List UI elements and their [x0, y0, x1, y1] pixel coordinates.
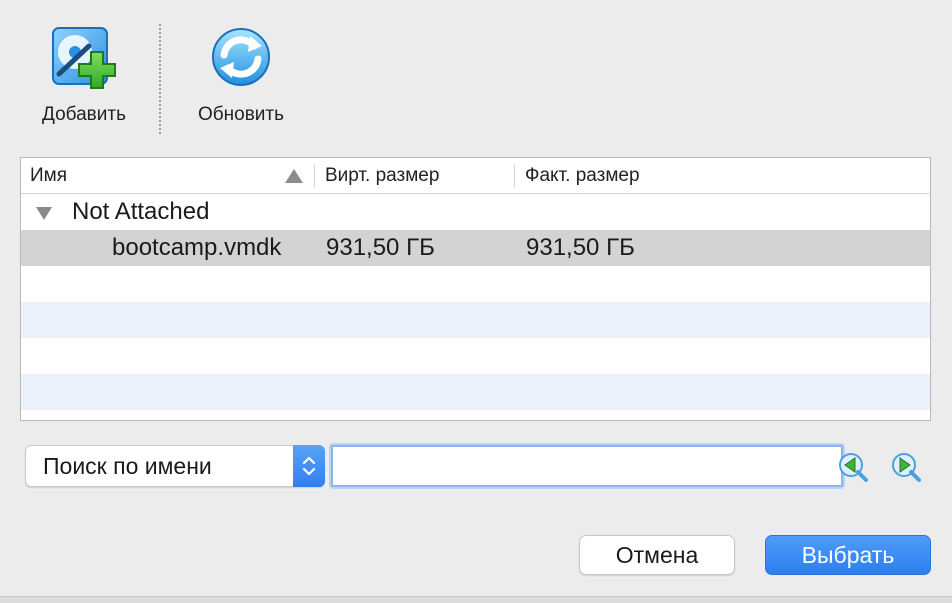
column-separator[interactable]: [314, 165, 315, 187]
toolbar: Добавить Обновить: [0, 0, 952, 140]
search-mode-label: Поиск по имени: [43, 453, 212, 479]
empty-row: [21, 338, 930, 374]
empty-row: [21, 374, 930, 410]
empty-row: [21, 266, 930, 302]
chevron-up-down-icon[interactable]: [293, 445, 325, 487]
column-header-virtual-size[interactable]: Вирт. размер: [325, 158, 439, 193]
search-next-button[interactable]: [889, 450, 923, 484]
media-table[interactable]: Имя Вирт. размер Факт. размер Not Attach…: [20, 157, 931, 421]
cell-name: bootcamp.vmdk: [112, 234, 282, 261]
add-disk-icon: [49, 22, 119, 92]
search-mode-select[interactable]: Поиск по имени: [25, 445, 325, 487]
search-input[interactable]: [331, 445, 843, 487]
sort-ascending-icon: [285, 169, 303, 183]
toolbar-separator: [159, 24, 161, 134]
cancel-button[interactable]: Отмена: [579, 535, 735, 575]
search-next-icon: [892, 453, 921, 482]
column-header-actual-size[interactable]: Факт. размер: [525, 158, 640, 193]
table-row[interactable]: bootcamp.vmdk 931,50 ГБ 931,50 ГБ: [21, 230, 930, 266]
table-header: Имя Вирт. размер Факт. размер: [21, 158, 930, 194]
column-header-name[interactable]: Имя: [30, 158, 305, 193]
add-button[interactable]: Добавить: [30, 22, 138, 126]
cell-actual-size: 931,50 ГБ: [526, 234, 635, 261]
search-previous-icon: [839, 453, 868, 482]
choose-button[interactable]: Выбрать: [765, 535, 931, 575]
group-label: Not Attached: [72, 198, 210, 225]
column-separator[interactable]: [514, 165, 515, 187]
disclosure-triangle-icon[interactable]: [36, 207, 52, 220]
cell-virtual-size: 931,50 ГБ: [326, 234, 435, 261]
refresh-icon: [206, 22, 276, 92]
refresh-button[interactable]: Обновить: [188, 22, 294, 126]
refresh-button-label: Обновить: [197, 104, 285, 125]
group-row-not-attached[interactable]: Not Attached: [21, 194, 930, 230]
empty-row: [21, 302, 930, 338]
search-previous-button[interactable]: [836, 450, 870, 484]
add-button-label: Добавить: [42, 104, 126, 125]
